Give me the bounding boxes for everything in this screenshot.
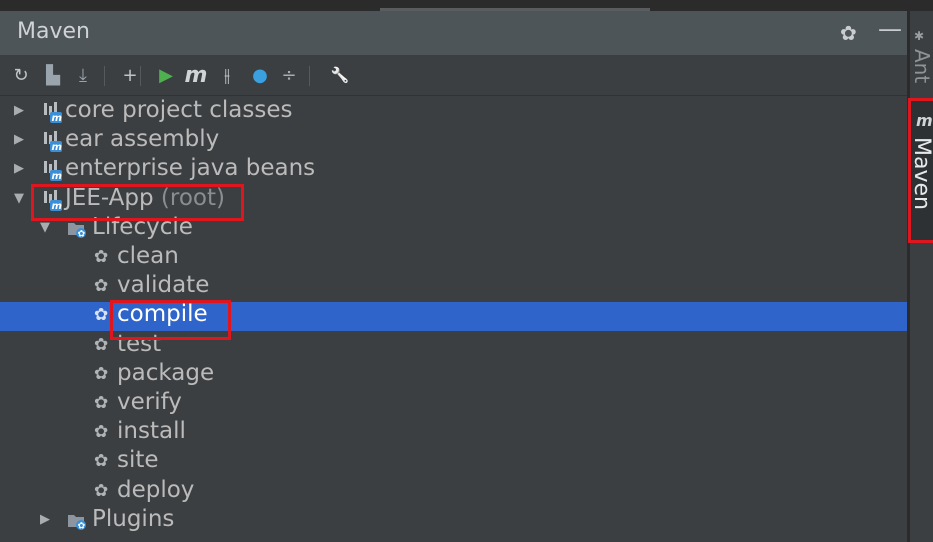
ant-tab-label: Ant [910, 49, 933, 84]
lifecycle-goal-row[interactable]: ✿ install [0, 418, 907, 448]
module-row[interactable]: ▶ m ear assembly [0, 126, 907, 156]
toolbar-separator [104, 66, 105, 86]
maven-module-icon: m [42, 101, 62, 124]
gear-icon: ✿ [94, 247, 109, 267]
collapse-arrow-icon[interactable]: ▶ [40, 512, 50, 527]
toggle-offline-icon[interactable]: ⫲ [214, 62, 240, 88]
collapse-arrow-icon[interactable]: ▶ [14, 161, 24, 176]
right-tool-strip: ✱ Ant m Maven [909, 11, 933, 542]
execute-goal-icon[interactable]: m [183, 62, 209, 88]
tree-item-label: install [117, 418, 186, 444]
highlight-jee-app [31, 184, 244, 221]
gear-icon: ✿ [94, 276, 109, 297]
generate-sources-icon[interactable]: ▙ [40, 62, 66, 88]
tree-item-text: Plugins [92, 505, 175, 532]
tool-window-header: Maven ✿ — [0, 11, 907, 55]
minimize-icon[interactable]: — [878, 15, 902, 43]
module-row[interactable]: ▶ m core project classes [0, 97, 907, 127]
tree-item-label: site [117, 447, 159, 473]
reimport-icon[interactable]: ↻ [8, 62, 34, 88]
svg-text:✿: ✿ [78, 229, 86, 239]
tree-item-text: ear assembly [65, 126, 220, 153]
gear-icon: ✿ [94, 305, 109, 326]
tree-item-label: core project classes [65, 97, 293, 123]
ant-tab[interactable]: ✱ Ant [910, 23, 933, 93]
folder-row[interactable]: ▶ ✿ Plugins [0, 506, 907, 536]
lifecycle-folder-icon: ✿ [66, 218, 86, 240]
svg-text:m: m [52, 171, 62, 181]
tree-item-text: clean [117, 243, 179, 269]
tree-item-text: package [117, 359, 215, 386]
expand-arrow-icon[interactable]: ▼ [40, 220, 50, 235]
skip-tests-icon[interactable]: ● [247, 62, 273, 88]
gear-icon: ✿ [94, 422, 109, 443]
svg-text:✿: ✿ [78, 521, 86, 531]
tree-item-label: verify [117, 389, 182, 415]
tree-item-text: verify [117, 389, 182, 415]
lifecycle-goal-row[interactable]: ✿ package [0, 360, 907, 390]
svg-text:m: m [52, 142, 62, 152]
gear-icon[interactable]: ✿ [840, 21, 857, 45]
tree-item-label: ear assembly [65, 126, 219, 152]
tree-item-label: enterprise java beans [65, 155, 315, 181]
tree-item-text: install [117, 418, 186, 445]
tree-item-label: clean [117, 243, 179, 269]
gear-icon: ✿ [94, 334, 109, 355]
tree-item-text: core project classes [65, 97, 293, 123]
maven-module-icon: m [42, 159, 62, 182]
toolbar-separator [309, 66, 310, 86]
panel-title: Maven [17, 19, 90, 44]
tree-item-label: package [117, 360, 214, 386]
lifecycle-goal-row[interactable]: ✿ deploy [0, 477, 907, 507]
highlight-maven-tab [908, 98, 933, 243]
gear-icon: ✿ [94, 363, 109, 384]
module-row[interactable]: ▶ m enterprise java beans [0, 155, 907, 185]
gear-icon: ✿ [94, 451, 109, 472]
maven-module-icon: m [42, 130, 62, 153]
tree-item-label: Plugins [92, 506, 174, 532]
lifecycle-goal-row[interactable]: ✿ site [0, 447, 907, 477]
gear-icon: ✿ [94, 393, 109, 413]
gear-icon: ✿ [94, 480, 109, 501]
svg-text:m: m [52, 113, 62, 123]
tree-item-text: enterprise java beans [65, 155, 316, 182]
ant-icon: ✱ [914, 29, 925, 43]
tree-item-text: site [117, 447, 159, 474]
toolbar-separator [140, 66, 141, 86]
highlight-compile [110, 300, 231, 340]
settings-wrench-icon[interactable]: 🔧 [327, 62, 353, 88]
lifecycle-folder-icon: ✿ [66, 510, 86, 532]
run-icon[interactable]: ▶ [153, 62, 179, 88]
expand-arrow-icon[interactable]: ▼ [14, 191, 24, 206]
collapse-all-icon[interactable]: ÷ [276, 62, 302, 88]
download-icon[interactable]: ⤓ [70, 62, 96, 88]
tree-item-label: deploy [117, 477, 194, 503]
lifecycle-goal-row[interactable]: ✿ validate [0, 272, 907, 302]
collapse-arrow-icon[interactable]: ▶ [14, 103, 24, 118]
window-top-edge [0, 0, 933, 11]
tree-item-text: deploy [117, 476, 195, 503]
tree-item-text: validate [117, 272, 210, 299]
lifecycle-goal-row[interactable]: ✿ verify [0, 389, 907, 419]
tree-item-label: validate [117, 272, 209, 298]
lifecycle-goal-row[interactable]: ✿ clean [0, 243, 907, 273]
collapse-arrow-icon[interactable]: ▶ [14, 132, 24, 147]
